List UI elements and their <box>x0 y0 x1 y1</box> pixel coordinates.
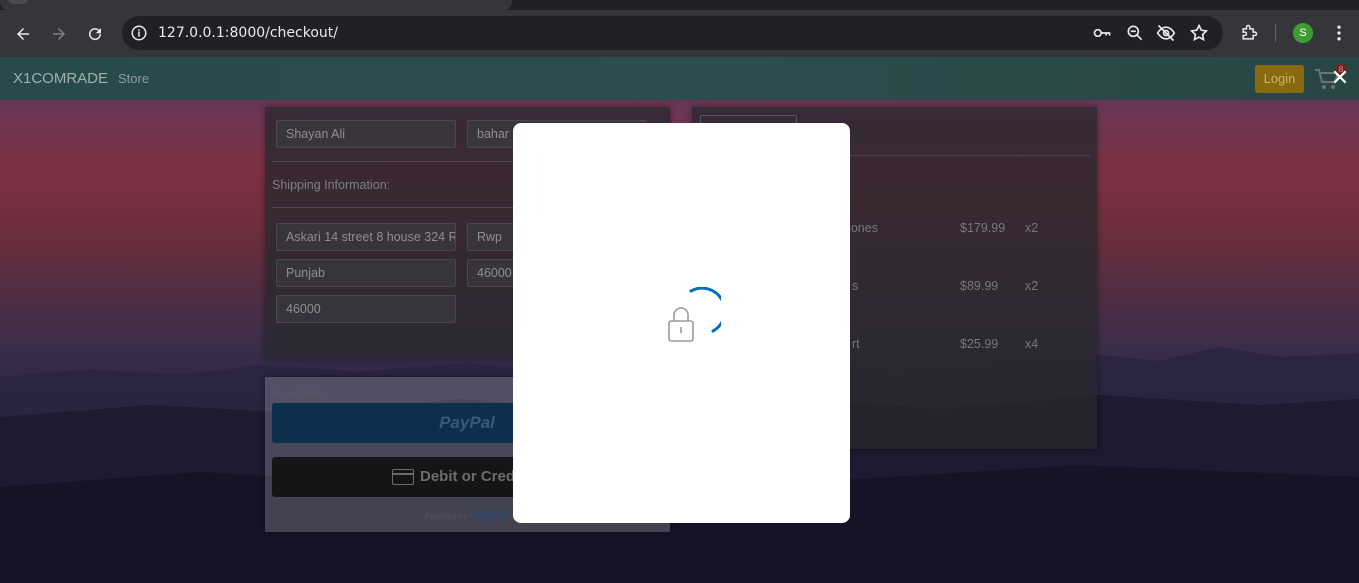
address-bar[interactable]: 127.0.0.1:8000/checkout/ <box>122 16 1223 50</box>
tab-close-icon[interactable] <box>8 0 28 4</box>
item-name: s <box>852 279 859 293</box>
close-icon[interactable]: ✕ <box>1330 68 1350 90</box>
paypal-options-label: Paypal Options <box>273 390 328 399</box>
star-icon[interactable] <box>1189 23 1209 43</box>
item-qty: x2 <box>1025 279 1039 293</box>
tab-active[interactable] <box>0 0 512 10</box>
checkout-page: X1COMRADE Store Login 8 ✕ Shayan Ali bah… <box>0 57 1359 583</box>
back-button[interactable] <box>9 20 37 48</box>
item-price: $89.99 <box>960 279 999 293</box>
item-qty: x2 <box>1025 221 1039 235</box>
extensions-icon[interactable] <box>1237 21 1261 45</box>
store-link[interactable]: Store <box>118 71 149 86</box>
site-navbar: X1COMRADE Store Login 8 ✕ <box>0 57 1359 100</box>
url-text[interactable]: 127.0.0.1:8000/checkout/ <box>158 24 338 42</box>
menu-icon[interactable] <box>1327 21 1351 45</box>
powered-by-paypal: Powered by PayPal <box>425 510 506 522</box>
eye-off-icon[interactable] <box>1156 23 1176 43</box>
item-price: $25.99 <box>960 337 999 351</box>
shipping-label: Shipping Information: <box>272 178 391 192</box>
back-icon <box>17 28 29 40</box>
item-name: rt <box>852 337 860 351</box>
state-field[interactable]: Punjab <box>276 259 456 287</box>
country-field[interactable]: 46000 <box>276 295 456 323</box>
item-qty: x4 <box>1025 337 1039 351</box>
reload-icon <box>89 28 102 41</box>
zoom-icon[interactable] <box>1125 23 1145 43</box>
credit-card-icon <box>392 469 414 485</box>
profile-avatar[interactable]: S <box>1293 23 1313 43</box>
reload-button[interactable] <box>81 20 109 48</box>
info-icon[interactable] <box>130 24 148 42</box>
key-icon[interactable] <box>1092 23 1112 43</box>
tab-strip-background <box>520 0 1359 10</box>
brand-logo[interactable]: X1COMRADE <box>13 70 108 87</box>
toolbar-divider <box>1275 24 1276 42</box>
browser-toolbar: 127.0.0.1:8000/checkout/ S <box>0 10 1359 57</box>
tab-strip <box>0 0 1359 10</box>
name-field[interactable]: Shayan Ali <box>276 120 456 148</box>
lock-icon <box>668 307 694 342</box>
address-field[interactable]: Askari 14 street 8 house 324 R <box>276 223 456 251</box>
debit-credit-label: Debit or Credit <box>420 468 525 485</box>
powered-by-brand: PayPal <box>469 510 506 522</box>
item-price: $179.99 <box>960 221 1006 235</box>
paypal-loading-modal <box>513 123 850 523</box>
forward-button[interactable] <box>45 20 73 48</box>
login-button[interactable]: Login <box>1255 65 1304 93</box>
forward-icon <box>53 28 65 40</box>
powered-by-prefix: Powered by <box>425 512 468 521</box>
